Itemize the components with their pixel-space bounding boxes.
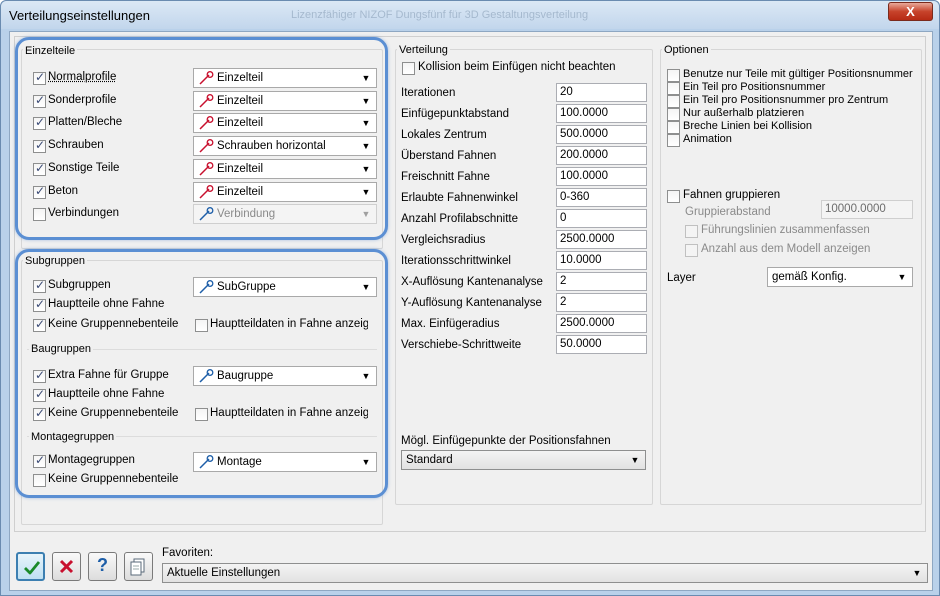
anzahl-modell-checkbox[interactable] <box>685 244 698 257</box>
optionen-checkbox-label: Ein Teil pro Positionsnummer pro Zentrum <box>683 94 889 106</box>
verteilung-field-label: Freischnitt Fahne <box>401 171 490 183</box>
optionen-checkbox[interactable] <box>667 134 680 147</box>
optionen-label: Optionen <box>662 44 711 56</box>
optionen-checkbox[interactable] <box>667 69 680 82</box>
optionen-checkbox-label: Breche Linien bei Kollision <box>683 120 813 132</box>
optionen-checkbox-label: Ein Teil pro Positionsnummer <box>683 81 826 93</box>
dialog-window: Verteilungseinstellungen Lizenzfähiger N… <box>0 0 940 596</box>
verteilung-field-label: Iterationen <box>401 87 456 99</box>
ok-button[interactable] <box>16 552 45 581</box>
verteilung-field-input[interactable]: 2 <box>556 272 647 291</box>
verteilung-field-label: Max. Einfügeradius <box>401 318 500 330</box>
close-button[interactable]: X <box>888 2 933 21</box>
verteilung-field-input[interactable]: 2500.0000 <box>556 314 647 333</box>
copy-document-icon <box>130 558 145 576</box>
einfuegepunkte-combo[interactable]: Standard ▼ <box>401 450 646 470</box>
optionen-checkbox-label: Animation <box>683 133 732 145</box>
verteilung-field-input[interactable]: 0-360 <box>556 188 647 207</box>
verteilung-field-input[interactable]: 20 <box>556 83 647 102</box>
optionen-checkbox-label: Benutze nur Teile mit gültiger Positions… <box>683 68 913 80</box>
fuehrungslinien-label: Führungslinien zusammenfassen <box>701 224 870 236</box>
verteilung-field-input[interactable]: 200.0000 <box>556 146 647 165</box>
verteilung-field-input[interactable]: 0 <box>556 209 647 228</box>
verteilung-field-input[interactable]: 10.0000 <box>556 251 647 270</box>
einfuegepunkte-value: Standard <box>406 454 453 466</box>
verteilung-field-label: Iterationsschrittwinkel <box>401 255 511 267</box>
verteilung-field-input[interactable]: 100.0000 <box>556 104 647 123</box>
chevron-down-icon: ▼ <box>630 455 640 465</box>
verteilung-field-input[interactable]: 500.0000 <box>556 125 647 144</box>
kollision-label: Kollision beim Einfügen nicht beachten <box>418 61 616 73</box>
optionen-checkbox[interactable] <box>667 82 680 95</box>
favoriten-value: Aktuelle Einstellungen <box>167 567 281 579</box>
verteilung-field-input[interactable]: 2500.0000 <box>556 230 647 249</box>
chevron-down-icon: ▼ <box>912 568 922 578</box>
window-ghost-title: Lizenzfähiger NIZOF Dungsfünf für 3D Ges… <box>291 9 589 21</box>
content-panel: Einzelteile NormalprofileEinzelteil▼Sond… <box>14 36 926 532</box>
verteilung-field-label: Anzahl Profilabschnitte <box>401 213 518 225</box>
gruppierabstand-label: Gruppierabstand <box>685 206 771 218</box>
help-button[interactable]: ? <box>88 552 117 581</box>
verteilung-field-label: Verschiebe-Schrittweite <box>401 339 522 351</box>
verteilung-field-label: X-Auflösung Kantenanalyse <box>401 276 543 288</box>
layer-label: Layer <box>667 272 696 284</box>
optionen-checkbox[interactable] <box>667 108 680 121</box>
checkmark-icon <box>24 561 41 575</box>
verteilung-field-label: Y-Auflösung Kantenanalyse <box>401 297 542 309</box>
chevron-down-icon: ▼ <box>897 272 907 282</box>
verteilung-field-input[interactable]: 50.0000 <box>556 335 647 354</box>
favoriten-label: Favoriten: <box>162 547 214 559</box>
cancel-button[interactable] <box>52 552 81 581</box>
copy-button[interactable] <box>124 552 153 581</box>
highlight-einzelteile <box>15 37 388 240</box>
gruppierabstand-field[interactable]: 10000.0000 <box>821 200 913 219</box>
verteilung-field-input[interactable]: 2 <box>556 293 647 312</box>
optionen-checkbox-label: Nur außerhalb platzieren <box>683 107 805 119</box>
fahnen-gruppieren-label: Fahnen gruppieren <box>683 189 781 201</box>
einfuege-label: Mögl. Einfügepunkte der Positionsfahnen <box>401 435 611 447</box>
optionen-checkbox[interactable] <box>667 95 680 108</box>
highlight-gruppen <box>15 249 388 498</box>
verteilung-field-label: Einfügepunktabstand <box>401 108 510 120</box>
dialog-client: Einzelteile NormalprofileEinzelteil▼Sond… <box>9 31 933 591</box>
anzahl-modell-label: Anzahl aus dem Modell anzeigen <box>701 243 871 255</box>
verteilung-field-input[interactable]: 100.0000 <box>556 167 647 186</box>
layer-combo[interactable]: gemäß Konfig. ▼ <box>767 267 913 287</box>
verteilung-field-label: Erlaubte Fahnenwinkel <box>401 192 518 204</box>
help-icon: ? <box>97 555 108 575</box>
favoriten-combo[interactable]: Aktuelle Einstellungen ▼ <box>162 563 928 583</box>
optionen-checkbox[interactable] <box>667 121 680 134</box>
layer-value: gemäß Konfig. <box>772 271 847 283</box>
cancel-x-icon <box>59 559 74 574</box>
kollision-checkbox[interactable] <box>402 62 415 75</box>
verteilung-field-label: Überstand Fahnen <box>401 150 497 162</box>
fahnen-gruppieren-checkbox[interactable] <box>667 190 680 203</box>
window-title: Verteilungseinstellungen <box>9 8 150 23</box>
verteilung-label: Verteilung <box>397 44 450 56</box>
verteilung-field-label: Lokales Zentrum <box>401 129 487 141</box>
verteilung-field-label: Vergleichsradius <box>401 234 486 246</box>
title-bar[interactable]: Verteilungseinstellungen Lizenzfähiger N… <box>1 1 939 29</box>
fuehrungslinien-checkbox[interactable] <box>685 225 698 238</box>
